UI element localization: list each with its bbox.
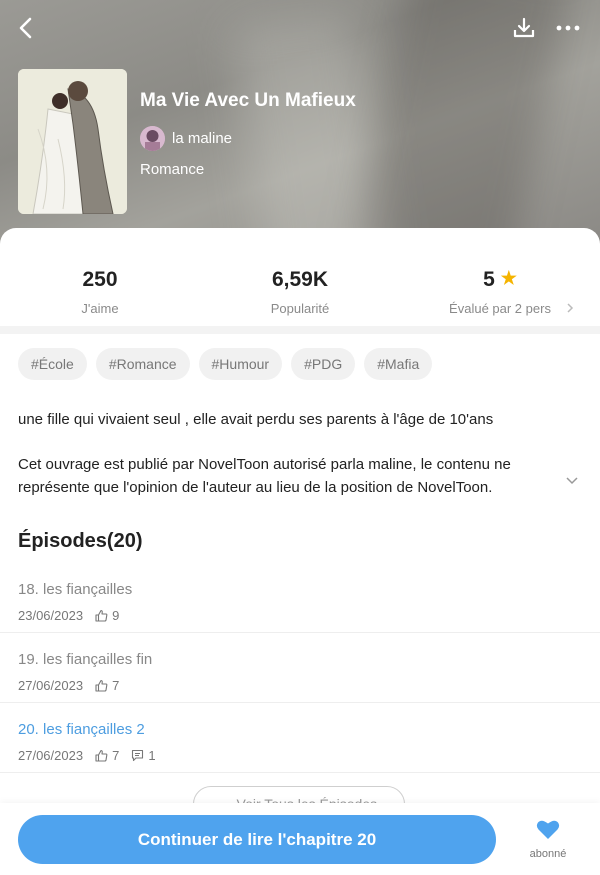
episode-date: 23/06/2023: [18, 608, 84, 623]
likes-count: 250: [82, 268, 118, 291]
thumb-up-icon: [95, 749, 108, 762]
heart-icon: [536, 820, 560, 839]
more-options-button[interactable]: [552, 12, 584, 44]
episode-likes: 7: [112, 748, 120, 763]
subscribe-button[interactable]: abonné: [520, 819, 576, 860]
episodes-heading: Épisodes(20): [18, 530, 143, 552]
description: une fille qui vivaient seul , elle avait…: [18, 408, 558, 521]
chevron-down-icon[interactable]: [565, 476, 579, 486]
description-notice: Cet ouvrage est publié par NovelToon aut…: [18, 456, 511, 496]
episode-meta: 27/06/2023 7 1: [18, 748, 156, 763]
back-arrow-icon: [19, 17, 32, 39]
episode-meta: 23/06/2023 9: [18, 608, 119, 623]
book-cover[interactable]: [18, 69, 127, 214]
book-title: Ma Vie Avec Un Mafieux: [140, 90, 356, 111]
episode-meta: 27/06/2023 7: [18, 678, 119, 693]
stats-row: 250 J'aime 6,59K Popularité 5 ★ Évalué p…: [0, 228, 600, 326]
episode-item[interactable]: 20. les fiançailles 2 27/06/2023 7 1: [0, 702, 600, 773]
episode-date: 27/06/2023: [18, 678, 84, 693]
back-button[interactable]: [10, 12, 42, 44]
subscribe-label: abonné: [529, 848, 567, 860]
popularity-count: 6,59K: [271, 268, 329, 291]
comment-icon: [131, 749, 144, 762]
thumb-up-icon: [95, 609, 108, 622]
episode-title: 20. les fiançailles 2: [18, 721, 145, 738]
likes-label: J'aime: [81, 301, 119, 316]
rating-value: 5: [483, 268, 495, 291]
episode-likes: 9: [112, 608, 120, 623]
author-row[interactable]: la maline: [140, 126, 232, 151]
book-genre: Romance: [140, 161, 205, 178]
rating-label: Évalué par 2 pers: [449, 301, 551, 316]
episode-title: 18. les fiançailles: [18, 581, 133, 598]
tag-list: #École #Romance #Humour #PDG #Mafia: [18, 348, 441, 380]
star-icon: ★: [500, 268, 517, 288]
stat-popularity: 6,59K Popularité: [240, 268, 360, 316]
tag-ecole[interactable]: #École: [18, 348, 87, 380]
stat-likes: 250 J'aime: [40, 268, 160, 316]
episode-item[interactable]: 19. les fiançailles fin 27/06/2023 7: [0, 632, 600, 703]
episode-date: 27/06/2023: [18, 748, 84, 763]
details-card: 250 J'aime 6,59K Popularité 5 ★ Évalué p…: [0, 228, 600, 875]
continue-reading-button[interactable]: Continuer de lire l'chapitre 20: [18, 815, 496, 864]
cover-illustration: [18, 69, 127, 214]
bottom-action-bar: Continuer de lire l'chapitre 20 abonné: [0, 803, 600, 875]
stat-rating[interactable]: 5 ★ Évalué par 2 pers: [440, 268, 560, 316]
description-summary: une fille qui vivaient seul , elle avait…: [18, 411, 494, 428]
episode-comments: 1: [148, 748, 156, 763]
episode-title: 19. les fiançailles fin: [18, 651, 153, 668]
author-name: la maline: [172, 130, 233, 147]
avatar: [140, 126, 165, 151]
thumb-up-icon: [95, 679, 108, 692]
more-icon: [556, 25, 580, 31]
episode-item[interactable]: 18. les fiançailles 23/06/2023 9: [0, 562, 600, 633]
tag-pdg[interactable]: #PDG: [291, 348, 356, 380]
download-icon: [513, 17, 535, 38]
chevron-right-icon[interactable]: [566, 302, 574, 314]
download-button[interactable]: [508, 12, 540, 44]
tag-mafia[interactable]: #Mafia: [364, 348, 433, 380]
tag-humour[interactable]: #Humour: [198, 348, 283, 380]
episode-likes: 7: [112, 678, 120, 693]
section-divider: [0, 326, 600, 334]
tag-romance[interactable]: #Romance: [95, 348, 190, 380]
popularity-label: Popularité: [270, 301, 330, 316]
